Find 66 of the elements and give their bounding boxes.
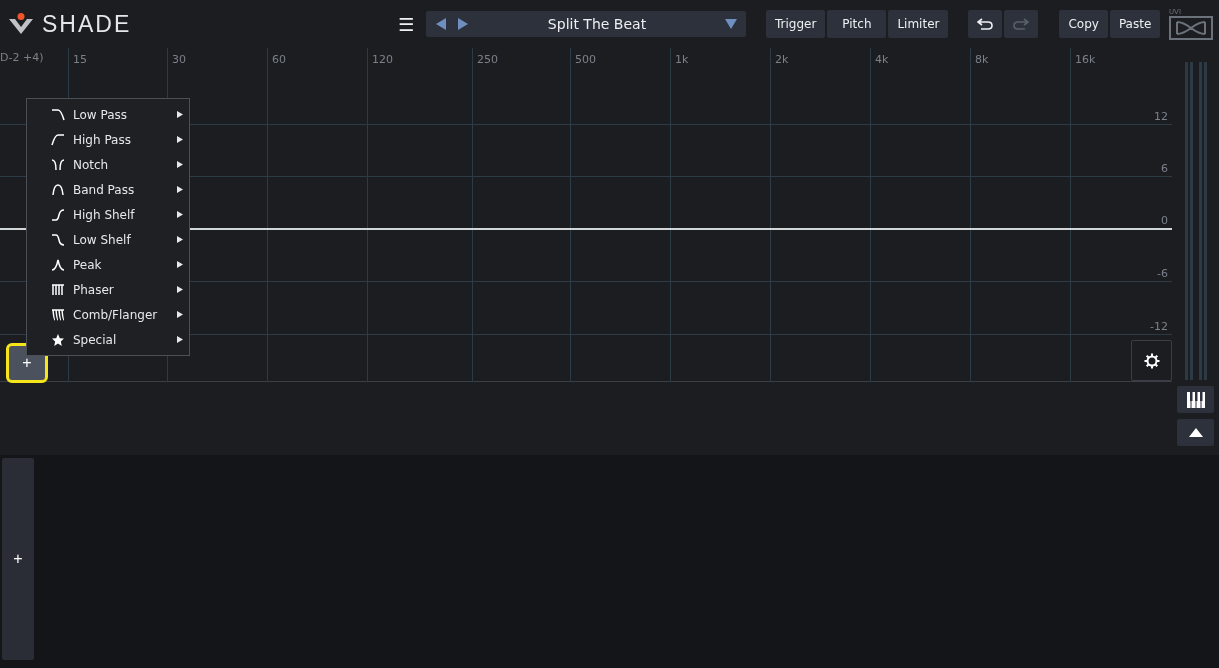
dropdown-icon[interactable] [724,18,738,30]
frequency-label: 250 [476,52,498,66]
submenu-arrow-icon [177,186,183,193]
clipboard-button[interactable]: Copy [1059,10,1108,38]
settings-button[interactable] [1131,340,1172,381]
submenu-arrow-icon [177,261,183,268]
frequency-label: 1k [674,52,689,66]
menu-item[interactable]: High Pass [27,127,189,152]
frequency-label: 500 [574,52,596,66]
collapse-button[interactable] [1177,419,1214,446]
add-module-button[interactable]: + [2,458,34,660]
module-button[interactable]: Limiter [888,10,949,38]
previous-icon[interactable] [434,17,448,31]
submenu-arrow-icon [177,136,183,143]
frequency-label: 30 [171,52,186,66]
star-icon [51,332,65,347]
eq-graph[interactable]: D-2 +4) 15 30 60 120 250 500 1k 2k 4k 8k 16k 12 6 0 -6 -12 Low Pass High Pass Notch Band Pass High Shelf Low Shelf Peak Phaser Comb/Flanger Special + [0,48,1172,382]
submenu-arrow-icon [177,311,183,318]
frequency-label: 8k [974,52,989,66]
menu-item[interactable]: Band Pass [27,177,189,202]
submenu-arrow-icon [177,211,183,218]
menu-icon[interactable]: ☰ [398,13,426,35]
comb-curve-icon [51,307,65,322]
menu-item[interactable]: Low Pass [27,102,189,127]
menu-item[interactable]: Comb/Flanger [27,302,189,327]
frequency-label: 15 [72,52,87,66]
bandpass-curve-icon [51,182,65,197]
frequency-label: 60 [271,52,286,66]
submenu-arrow-icon [177,286,183,293]
peak-curve-icon [51,257,65,272]
menu-item[interactable]: Low Shelf [27,227,189,252]
next-icon[interactable] [456,17,470,31]
submenu-arrow-icon [177,161,183,168]
triangle-up-icon [1188,428,1203,437]
lowshelf-curve-icon [51,232,65,247]
app-logo-text: SHADE [42,10,132,38]
frequency-label: 16k [1074,52,1096,66]
clipboard-button[interactable]: Paste [1109,10,1161,38]
module-button[interactable]: Pitch [827,10,887,38]
range-label: D-2 +4) [0,50,45,64]
module-button[interactable]: Trigger [766,10,826,38]
settings-icon [1143,352,1160,369]
menu-item[interactable]: Phaser [27,277,189,302]
keyboard-button[interactable] [1177,386,1214,413]
menu-item[interactable]: Peak [27,252,189,277]
preset-name: Split The Beat [546,16,648,32]
highshelf-curve-icon [51,207,65,222]
submenu-arrow-icon [177,111,183,118]
submenu-arrow-icon [177,336,183,343]
menu-item[interactable]: High Shelf [27,202,189,227]
frequency-label: 4k [874,52,889,66]
undo-icon [977,18,994,30]
frequency-label: 120 [371,52,393,66]
lowpass-curve-icon [51,107,65,122]
phaser-curve-icon [51,282,65,297]
preset-selector[interactable]: Split The Beat [426,11,746,37]
redo-icon [1013,18,1030,30]
piano-keys-icon [1186,391,1205,408]
notch-curve-icon [51,157,65,172]
submenu-arrow-icon [177,236,183,243]
menu-item[interactable]: Notch [27,152,189,177]
infinity-logo-icon [1169,16,1213,40]
frequency-label: 2k [774,52,789,66]
undo-button[interactable] [968,10,1003,38]
highpass-curve-icon [51,132,65,147]
logo-icon [8,12,34,36]
